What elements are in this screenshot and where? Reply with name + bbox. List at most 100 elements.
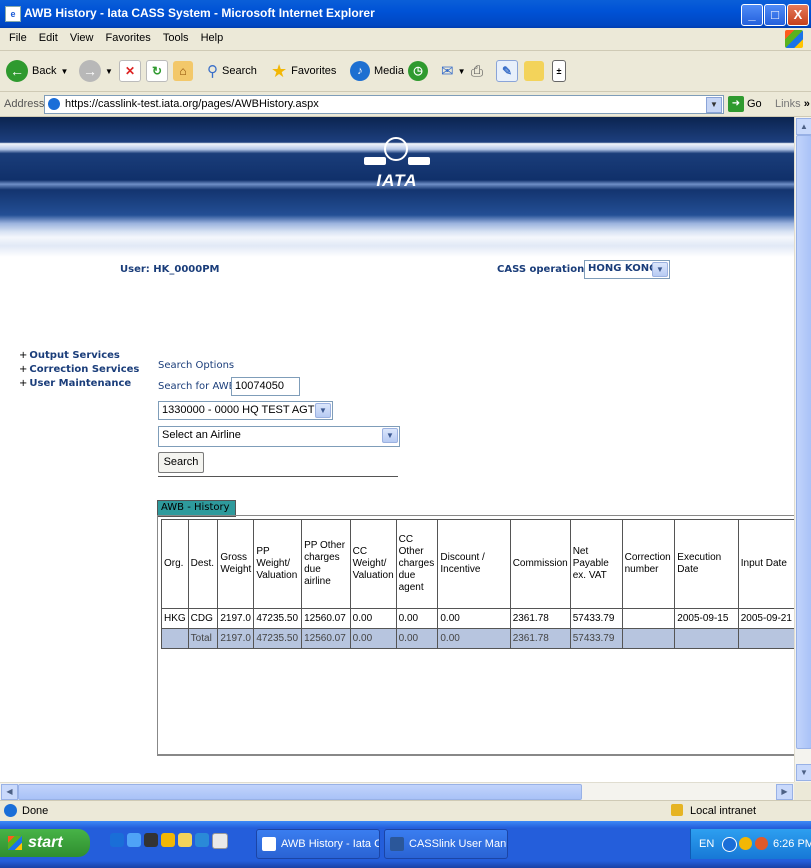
horizontal-scrollbar[interactable]: ◀ ▶ <box>0 782 794 800</box>
forward-arrow-icon: → <box>79 60 101 82</box>
app-quicklaunch-icon[interactable] <box>195 833 209 847</box>
maximize-button[interactable]: □ <box>764 4 786 26</box>
agent-select[interactable]: 1330000 - 0000 HQ TEST AGT ▼ <box>158 401 333 420</box>
media-label: Media <box>374 65 404 77</box>
table-cell: 0.00 <box>349 628 397 649</box>
awb-search-value: 10074050 <box>235 380 284 392</box>
horizontal-scroll-thumb[interactable] <box>18 784 582 800</box>
folder-button[interactable] <box>524 59 544 83</box>
refresh-button[interactable]: ↻ <box>146 59 168 83</box>
system-tray: EN 6:26 PM <box>690 829 811 859</box>
home-icon: ⌂ <box>173 61 193 81</box>
menu-favorites[interactable]: Favorites <box>106 32 151 44</box>
right-wing-icon <box>408 157 430 165</box>
history-icon: ◷ <box>408 61 428 81</box>
table-cell: 57433.79 <box>569 608 623 629</box>
airline-select[interactable]: Select an Airline ▼ <box>158 426 400 447</box>
taskbar-item-label: CASSlink User Manual... <box>409 838 507 850</box>
stop-icon: ✕ <box>119 60 141 82</box>
page-done-icon <box>4 804 17 817</box>
messenger-icon[interactable] <box>161 833 175 847</box>
search-submit-button[interactable]: Search <box>158 452 204 473</box>
stop-button[interactable]: ✕ <box>119 59 141 83</box>
cass-operation-select[interactable]: HONG KONG ▼ <box>584 260 670 279</box>
awb-search-input[interactable]: 10074050 <box>231 377 300 396</box>
scroll-left-icon[interactable]: ◀ <box>1 784 18 800</box>
go-arrow-icon: ➜ <box>728 96 744 112</box>
ie-app-icon: e <box>5 6 21 22</box>
media-button[interactable]: ♪ Media <box>350 59 404 83</box>
scroll-down-icon[interactable]: ▼ <box>796 764 811 781</box>
links-chevron-icon: » <box>803 98 810 110</box>
vertical-scrollbar[interactable]: ▲ ▼ <box>794 117 811 782</box>
column-header: Execution Date <box>674 519 739 609</box>
menu-file[interactable]: File <box>9 32 27 44</box>
mail-button[interactable]: ✉ ▼ <box>441 59 466 83</box>
table-cell: 0.00 <box>437 628 511 649</box>
print-button[interactable]: ⎙ <box>471 59 483 83</box>
nav-user-maintenance[interactable]: + User Maintenance <box>19 378 131 389</box>
nav-item-label: Correction Services <box>29 364 140 375</box>
history-button[interactable]: ◷ <box>408 59 428 83</box>
minimize-button[interactable]: _ <box>741 4 763 26</box>
nav-correction-services[interactable]: + Correction Services <box>19 364 139 375</box>
security-tray-icon[interactable] <box>755 837 768 850</box>
chevron-down-icon[interactable]: ▼ <box>652 262 668 277</box>
home-button[interactable]: ⌂ <box>173 59 193 83</box>
links-button[interactable]: Links » <box>775 98 810 110</box>
back-arrow-icon: ← <box>6 60 28 82</box>
address-input[interactable]: https://casslink-test.iata.org/pages/AWB… <box>44 95 724 114</box>
forward-dropdown-icon[interactable]: ▼ <box>105 67 113 76</box>
scroll-up-icon[interactable]: ▲ <box>796 118 811 135</box>
favorites-button[interactable]: ★ Favorites <box>271 59 336 83</box>
menu-edit[interactable]: Edit <box>39 32 58 44</box>
table-cell: 12560.07 <box>301 628 351 649</box>
menu-tools[interactable]: Tools <box>163 32 189 44</box>
close-button[interactable]: X <box>787 4 809 26</box>
iata-logo-text: IATA <box>376 171 418 190</box>
start-label: start <box>28 834 63 851</box>
menu-help[interactable]: Help <box>201 32 224 44</box>
awb-history-title: AWB - History <box>161 502 230 513</box>
command-prompt-icon[interactable] <box>144 833 158 847</box>
ie-window-icon <box>262 837 276 851</box>
ie-quicklaunch-icon[interactable] <box>110 833 124 847</box>
refresh-icon: ↻ <box>146 60 168 82</box>
table-cell: Total <box>187 628 219 649</box>
scroll-right-icon[interactable]: ▶ <box>776 784 793 800</box>
chevron-down-icon[interactable]: ▼ <box>382 428 398 443</box>
back-dropdown-icon[interactable]: ▼ <box>60 67 68 76</box>
chevron-down-icon[interactable]: ▼ <box>315 403 331 418</box>
address-dropdown-icon[interactable]: ▼ <box>706 97 722 113</box>
language-indicator[interactable]: EN <box>699 838 714 850</box>
calculator-button[interactable]: ± <box>552 59 566 83</box>
column-header: Commission <box>509 519 571 609</box>
search-button[interactable]: ⚲ Search <box>207 59 257 83</box>
menu-view[interactable]: View <box>70 32 94 44</box>
vertical-scroll-thumb[interactable] <box>796 135 811 749</box>
table-cell: 2005-09-15 <box>674 608 739 629</box>
go-button[interactable]: ➜ Go <box>728 96 762 112</box>
nav-output-services[interactable]: + Output Services <box>19 350 120 361</box>
ie-quicklaunch-icon-2[interactable] <box>127 833 141 847</box>
cass-operation-label: CASS operation: <box>497 264 589 275</box>
edit-button[interactable]: ✎ <box>496 59 518 83</box>
table-cell: 57433.79 <box>569 628 623 649</box>
volume-tray-icon[interactable] <box>739 837 752 850</box>
media-icon: ♪ <box>350 61 370 81</box>
forward-button[interactable]: → ▼ <box>79 59 113 83</box>
mail-dropdown-icon[interactable]: ▼ <box>458 67 466 76</box>
folder-quicklaunch-icon[interactable] <box>178 833 192 847</box>
clock[interactable]: 6:26 PM <box>773 838 811 850</box>
taskbar-item-awb-history[interactable]: AWB History - Iata C... <box>256 829 380 859</box>
expand-plus-icon: + <box>19 378 28 389</box>
taskbar-item-label: AWB History - Iata C... <box>281 838 379 850</box>
column-header: Org. <box>161 519 189 609</box>
taskbar-item-casslink-manual[interactable]: CASSlink User Manual... <box>384 829 508 859</box>
network-tray-icon[interactable] <box>722 837 737 852</box>
table-cell: 47235.50 <box>253 608 303 629</box>
back-button[interactable]: ← Back ▼ <box>6 59 68 83</box>
start-button[interactable]: start <box>0 829 90 857</box>
favorites-label: Favorites <box>291 65 337 77</box>
desktop-icon[interactable] <box>212 833 228 849</box>
